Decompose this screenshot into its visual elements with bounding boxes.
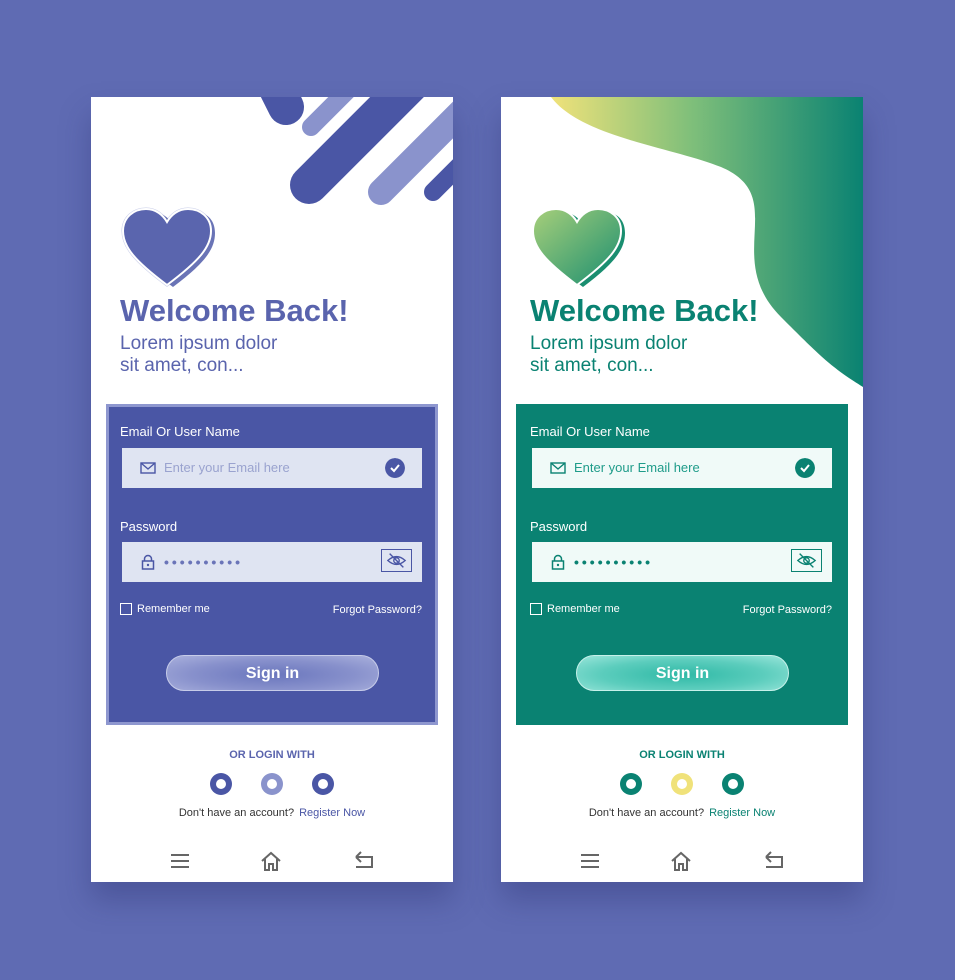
email-field[interactable]: Enter your Email here (122, 448, 422, 488)
login-screen-blue: Welcome Back! Lorem ipsum dolor sit amet… (91, 97, 453, 882)
password-field[interactable]: •••••••••• (122, 542, 422, 582)
eye-slash-icon[interactable] (381, 549, 412, 572)
remember-label: Remember me (137, 603, 210, 615)
no-account-text: Don't have an account? (588, 807, 705, 819)
email-label: Email Or User Name (530, 424, 650, 439)
back-icon[interactable] (763, 850, 785, 872)
remember-me[interactable]: Remember me (530, 603, 620, 615)
heart-logo-icon (531, 207, 625, 287)
social-login-button[interactable] (620, 773, 642, 795)
page-title: Welcome Back! (530, 293, 759, 328)
system-nav-bar (169, 850, 375, 872)
subtitle-line: Lorem ipsum dolor (530, 333, 688, 354)
heart-logo-icon (121, 207, 215, 287)
subtitle-line: sit amet, con... (120, 355, 244, 376)
social-login-button[interactable] (722, 773, 744, 795)
password-field[interactable]: •••••••••• (532, 542, 832, 582)
register-link[interactable]: Register Now (709, 807, 775, 819)
no-account-text: Don't have an account? (178, 807, 295, 819)
forgot-password-link[interactable]: Forgot Password? (743, 604, 832, 616)
page-title: Welcome Back! (120, 293, 349, 328)
password-label: Password (530, 519, 588, 534)
menu-icon[interactable] (579, 850, 601, 872)
email-placeholder: Enter your Email here (574, 460, 700, 475)
password-value: •••••••••• (574, 554, 654, 570)
remember-me[interactable]: Remember me (120, 603, 210, 615)
checkmark-icon (795, 458, 815, 478)
login-screen-green: Welcome Back! Lorem ipsum dolor sit amet… (501, 97, 863, 882)
forgot-password-link[interactable]: Forgot Password? (333, 604, 422, 616)
subtitle-line: sit amet, con... (530, 355, 654, 376)
subtitle: Lorem ipsum dolor sit amet, con... (120, 333, 320, 377)
register-prompt: Don't have an account? Register Now (501, 807, 863, 819)
lock-icon (141, 554, 155, 570)
home-icon[interactable] (260, 850, 282, 872)
or-login-label: OR LOGIN WITH (229, 749, 315, 761)
remember-label: Remember me (547, 603, 620, 615)
subtitle: Lorem ipsum dolor sit amet, con... (530, 333, 730, 377)
email-label: Email Or User Name (120, 424, 240, 439)
sign-in-button[interactable]: Sign in (576, 655, 789, 691)
social-login-buttons (620, 773, 744, 795)
remember-checkbox[interactable] (530, 603, 542, 615)
envelope-icon (550, 462, 566, 474)
or-login-label: OR LOGIN WITH (639, 749, 725, 761)
login-form: Email Or User Name Enter your Email here… (516, 404, 848, 725)
eye-slash-icon[interactable] (791, 549, 822, 572)
password-label: Password (120, 519, 178, 534)
subtitle-line: Lorem ipsum dolor (120, 333, 278, 354)
home-icon[interactable] (670, 850, 692, 872)
social-login-button[interactable] (312, 773, 334, 795)
menu-icon[interactable] (169, 850, 191, 872)
social-login-buttons (210, 773, 334, 795)
sign-in-button[interactable]: Sign in (166, 655, 379, 691)
social-login-button[interactable] (261, 773, 283, 795)
remember-checkbox[interactable] (120, 603, 132, 615)
email-placeholder: Enter your Email here (164, 460, 290, 475)
register-prompt: Don't have an account? Register Now (91, 807, 453, 819)
lock-icon (551, 554, 565, 570)
social-login-button[interactable] (210, 773, 232, 795)
register-link[interactable]: Register Now (299, 807, 365, 819)
login-form: Email Or User Name Enter your Email here… (106, 404, 438, 725)
email-field[interactable]: Enter your Email here (532, 448, 832, 488)
back-icon[interactable] (353, 850, 375, 872)
system-nav-bar (579, 850, 785, 872)
password-value: •••••••••• (164, 554, 244, 570)
checkmark-icon (385, 458, 405, 478)
envelope-icon (140, 462, 156, 474)
social-login-button[interactable] (671, 773, 693, 795)
